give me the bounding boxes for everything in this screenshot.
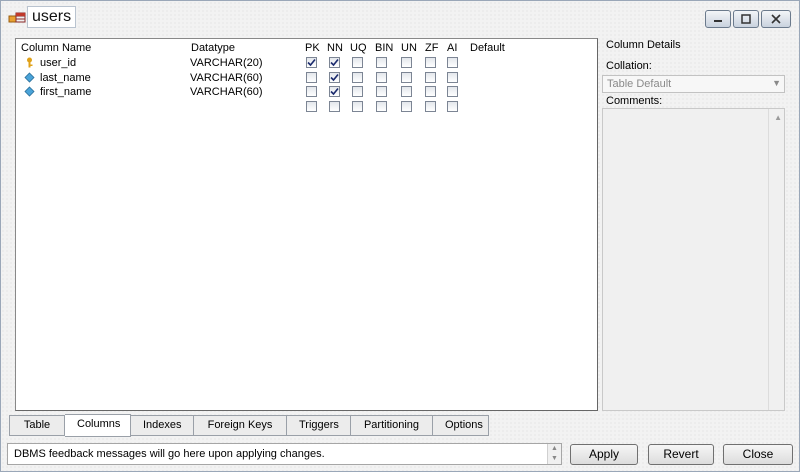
feedback-message: DBMS feedback messages will go here upon… bbox=[14, 448, 325, 460]
title-bar: users bbox=[1, 1, 799, 35]
table-row[interactable] bbox=[16, 99, 597, 114]
zf-checkbox[interactable] bbox=[425, 86, 436, 97]
ai-checkbox[interactable] bbox=[447, 71, 458, 83]
nn-checkbox[interactable] bbox=[329, 86, 340, 97]
maximize-icon bbox=[741, 14, 751, 24]
tab-options[interactable]: Options bbox=[433, 415, 489, 436]
pk-checkbox[interactable] bbox=[306, 71, 317, 83]
pk-checkbox[interactable] bbox=[306, 100, 317, 112]
close-icon bbox=[771, 14, 781, 24]
apply-button[interactable]: Apply bbox=[570, 444, 638, 465]
table-row[interactable]: first_name VARCHAR(60) bbox=[16, 84, 597, 99]
checkmark-icon bbox=[330, 73, 339, 81]
uq-checkbox[interactable] bbox=[352, 86, 363, 97]
comments-label: Comments: bbox=[606, 95, 663, 107]
un-checkbox[interactable] bbox=[401, 100, 412, 112]
comments-scrollbar[interactable] bbox=[768, 109, 784, 410]
close-button[interactable]: Close bbox=[723, 444, 793, 465]
ai-checkbox[interactable] bbox=[447, 100, 458, 112]
collation-select[interactable]: Table Default ▼ bbox=[602, 75, 785, 93]
header-zf[interactable]: ZF bbox=[425, 42, 438, 54]
bin-checkbox[interactable] bbox=[376, 86, 387, 97]
collation-value: Table Default bbox=[607, 78, 672, 90]
table-editor-window: users Column Name Datatype PK NN UQ BIN … bbox=[0, 0, 800, 472]
datatype-cell[interactable]: VARCHAR(20) bbox=[190, 57, 263, 69]
uq-checkbox[interactable] bbox=[352, 100, 363, 112]
ai-checkbox[interactable] bbox=[447, 86, 458, 97]
zf-checkbox[interactable] bbox=[425, 71, 436, 83]
header-uq[interactable]: UQ bbox=[350, 42, 367, 54]
diamond-column-icon bbox=[24, 71, 35, 83]
column-details-heading: Column Details bbox=[606, 39, 681, 51]
un-checkbox[interactable] bbox=[401, 71, 412, 83]
nn-checkbox[interactable] bbox=[329, 57, 340, 68]
bin-checkbox[interactable] bbox=[376, 100, 387, 112]
table-row[interactable]: last_name VARCHAR(60) bbox=[16, 70, 597, 85]
minimize-button[interactable] bbox=[705, 10, 731, 28]
ai-checkbox[interactable] bbox=[447, 57, 458, 68]
datatype-cell[interactable]: VARCHAR(60) bbox=[190, 86, 263, 98]
header-nn[interactable]: NN bbox=[327, 42, 343, 54]
bin-checkbox[interactable] bbox=[376, 57, 387, 68]
tab-table[interactable]: Table bbox=[9, 415, 65, 436]
zf-checkbox[interactable] bbox=[425, 57, 436, 68]
header-un[interactable]: UN bbox=[401, 42, 417, 54]
window-title: users bbox=[27, 6, 77, 28]
header-datatype[interactable]: Datatype bbox=[191, 42, 235, 54]
uq-checkbox[interactable] bbox=[352, 71, 363, 83]
nn-checkbox[interactable] bbox=[329, 71, 340, 83]
window-controls bbox=[705, 10, 791, 28]
column-name-cell[interactable]: first_name bbox=[40, 86, 91, 98]
comments-textarea[interactable]: ▲ bbox=[602, 108, 785, 411]
zf-checkbox[interactable] bbox=[425, 100, 436, 112]
nn-checkbox[interactable] bbox=[329, 100, 340, 112]
header-bin[interactable]: BIN bbox=[375, 42, 393, 54]
header-pk[interactable]: PK bbox=[305, 42, 320, 54]
pk-checkbox[interactable] bbox=[306, 86, 317, 97]
diamond-column-icon bbox=[24, 86, 35, 97]
tab-columns[interactable]: Columns bbox=[65, 414, 131, 437]
un-checkbox[interactable] bbox=[401, 57, 412, 68]
column-name-cell[interactable]: last_name bbox=[40, 72, 91, 84]
table-icon bbox=[8, 12, 26, 23]
checkmark-icon bbox=[307, 58, 316, 67]
uq-checkbox[interactable] bbox=[352, 57, 363, 68]
pk-checkbox[interactable] bbox=[306, 57, 317, 68]
table-row[interactable]: user_id VARCHAR(20) bbox=[16, 55, 597, 70]
un-checkbox[interactable] bbox=[401, 86, 412, 97]
close-window-button[interactable] bbox=[761, 10, 791, 28]
chevron-down-icon: ▼ bbox=[772, 78, 781, 88]
tab-triggers[interactable]: Triggers bbox=[287, 415, 351, 436]
checkmark-icon bbox=[330, 58, 339, 67]
maximize-button[interactable] bbox=[733, 10, 759, 28]
checkmark-icon bbox=[330, 87, 339, 96]
header-ai[interactable]: AI bbox=[447, 42, 457, 54]
column-name-cell[interactable]: user_id bbox=[40, 57, 76, 69]
minimize-icon bbox=[714, 20, 722, 22]
header-column-name[interactable]: Column Name bbox=[21, 42, 91, 54]
scroll-up-icon[interactable]: ▲ bbox=[774, 113, 782, 122]
tab-foreign-keys[interactable]: Foreign Keys bbox=[194, 415, 287, 436]
grid-header: Column Name Datatype PK NN UQ BIN UN ZF … bbox=[16, 39, 597, 55]
tab-indexes[interactable]: Indexes bbox=[131, 415, 194, 436]
feedback-box: DBMS feedback messages will go here upon… bbox=[7, 443, 562, 465]
collation-label: Collation: bbox=[606, 60, 652, 72]
bin-checkbox[interactable] bbox=[376, 71, 387, 83]
columns-grid[interactable]: Column Name Datatype PK NN UQ BIN UN ZF … bbox=[15, 38, 598, 411]
key-icon bbox=[27, 57, 33, 68]
datatype-cell[interactable]: VARCHAR(60) bbox=[190, 72, 263, 84]
tab-partitioning[interactable]: Partitioning bbox=[351, 415, 433, 436]
feedback-spinner[interactable]: ▲ ▼ bbox=[547, 444, 561, 464]
editor-tabs: Table Columns Indexes Foreign Keys Triggers P… bbox=[9, 414, 489, 437]
revert-button[interactable]: Revert bbox=[648, 444, 714, 465]
header-default[interactable]: Default bbox=[470, 42, 505, 54]
